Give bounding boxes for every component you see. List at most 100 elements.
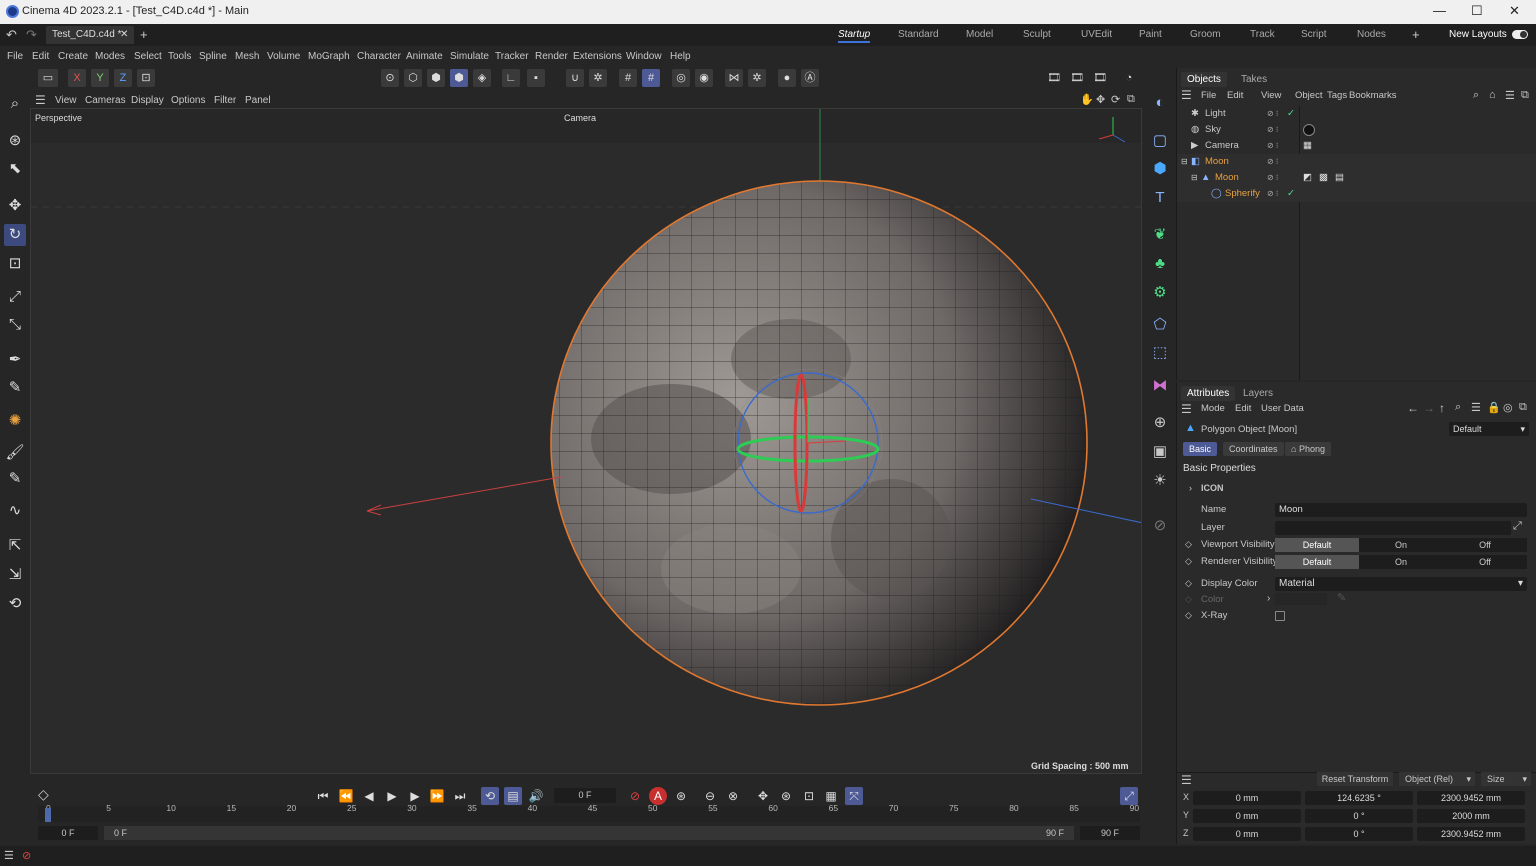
display-color-keyframe-icon[interactable]: ◇ [1185, 578, 1192, 589]
maximize-button[interactable]: ☐ [1471, 3, 1483, 19]
menu-help[interactable]: Help [670, 51, 691, 62]
object-row[interactable]: ▶ Camera ⊘ ⁝ ▦ [1177, 138, 1536, 154]
viewport-menu-display[interactable]: Display [131, 95, 164, 106]
cube-icon[interactable]: ⬢ [1149, 158, 1171, 180]
add-layout-button[interactable]: + [1412, 27, 1420, 42]
mode-toggle-icon[interactable]: ▭ [38, 69, 58, 87]
renderer-visibility-default[interactable]: Default [1275, 555, 1359, 569]
object-row[interactable]: ◯ Spherify ⊘ ⁝ ✓ [1177, 186, 1536, 202]
effector-icon[interactable]: ⚙ [1149, 282, 1171, 304]
object-row[interactable]: ✱ Light ⊘ ⁝ ✓ [1177, 106, 1536, 122]
objects-menu-icon[interactable]: ☰ [1181, 88, 1192, 102]
grid-snap-icon[interactable]: # [642, 69, 660, 87]
timeline-ruler[interactable]: 051015202530354045505560657075808590 [38, 803, 1140, 822]
menu-create[interactable]: Create [58, 51, 88, 62]
brush-icon[interactable]: 🖌 [4, 442, 26, 464]
loop-icon[interactable]: ⟲ [481, 787, 499, 805]
tab-phong[interactable]: ⌂ Phong [1285, 442, 1331, 456]
renderer-visibility-keyframe-icon[interactable]: ◇ [1185, 556, 1192, 567]
layout-tab-paint[interactable]: Paint [1139, 29, 1162, 40]
viewport[interactable]: Perspective Camera Grid Spacing : 500 mm [30, 108, 1142, 774]
sky-material-tag-icon[interactable] [1303, 124, 1315, 136]
symmetry-icon[interactable]: ⋈ [725, 69, 743, 87]
render-picture-viewer-icon[interactable]: 🎞 [1068, 69, 1086, 87]
cube-outline-icon[interactable]: ▢ [1149, 130, 1171, 152]
search-icon[interactable]: ⌕ [4, 93, 26, 115]
object-manager-icon[interactable]: ◐ [1149, 92, 1171, 114]
generator-icon[interactable]: ❦ [1149, 224, 1171, 246]
attributes-menu-icon[interactable]: ☰ [1181, 402, 1192, 416]
rotate-tool-icon[interactable]: ↻ [4, 224, 26, 246]
menu-modes[interactable]: Modes [95, 51, 125, 62]
layout-tab-groom[interactable]: Groom [1190, 29, 1221, 40]
coordinate-system-icon[interactable]: ⊡ [137, 69, 155, 87]
x-axis-toggle[interactable]: X [68, 69, 86, 87]
collapse-icon[interactable]: ⊟ [1191, 170, 1198, 186]
objects-menu-bookmarks[interactable]: Bookmarks [1349, 90, 1397, 101]
coord-size-field[interactable]: 2000 mm [1417, 809, 1525, 823]
planar-workplane-icon[interactable]: ◉ [695, 69, 713, 87]
layout-tab-script[interactable]: Script [1301, 29, 1327, 40]
renderer-visibility-off[interactable]: Off [1443, 555, 1527, 569]
menu-select[interactable]: Select [134, 51, 162, 62]
size-mode-dropdown[interactable]: Size ▾ [1481, 772, 1531, 786]
collapse-icon[interactable]: ⊟ [1181, 154, 1188, 170]
undo-icon[interactable]: ↶ [6, 27, 17, 43]
coordinate-mode-dropdown[interactable]: Object (Rel) ▾ [1399, 772, 1475, 786]
new-layouts-toggle[interactable] [1512, 30, 1528, 39]
menu-mograph[interactable]: MoGraph [308, 51, 350, 62]
playhead[interactable] [45, 808, 51, 822]
polygons-mode-icon[interactable]: ⬢ [427, 69, 445, 87]
viewport-visibility-on[interactable]: On [1359, 538, 1443, 552]
document-tab-close-icon[interactable]: ✕ [120, 29, 128, 40]
tab-basic[interactable]: Basic [1183, 442, 1218, 456]
reset-transform-button[interactable]: Reset Transform [1317, 772, 1393, 786]
coord-size-field[interactable]: 2300.9452 mm [1417, 791, 1525, 805]
visibility-toggle-icon[interactable]: ⊘ ⁝ [1267, 138, 1278, 154]
edges-mode-icon[interactable]: ⬡ [404, 69, 422, 87]
record-icon[interactable]: ⊘ [626, 787, 644, 805]
display-color-dropdown[interactable]: Material ▾ [1275, 577, 1527, 591]
bevel-icon[interactable]: ⇲ [4, 564, 26, 586]
viewport-menu-options[interactable]: Options [171, 95, 205, 106]
attr-menu-mode[interactable]: Mode [1201, 403, 1225, 414]
go-to-start-icon[interactable]: ⏮ [314, 787, 332, 805]
locked-workplane-icon[interactable]: ◎ [672, 69, 690, 87]
knife-icon[interactable]: ✎ [4, 468, 26, 490]
disabled-tool-icon[interactable]: ⊘ [1149, 515, 1171, 537]
icon-group-label[interactable]: ICON [1201, 483, 1224, 493]
y-axis-toggle[interactable]: Y [91, 69, 109, 87]
lock-icon[interactable]: 🔒 [1487, 401, 1501, 414]
enabled-check-icon[interactable]: ✓ [1287, 186, 1295, 202]
preview-range-icon[interactable]: ▤ [504, 787, 522, 805]
object-row[interactable]: ⊟ ◧ Moon ⊘ ⁝ [1177, 154, 1536, 170]
move-tool-icon[interactable]: ✥ [4, 195, 26, 217]
layer-field[interactable] [1275, 521, 1511, 535]
object-row[interactable]: ◍ Sky ⊘ ⁝ [1177, 122, 1536, 138]
search-icon[interactable]: ⌕ [1455, 401, 1461, 414]
viewport-menu-view[interactable]: View [55, 95, 77, 106]
scale-tool-icon[interactable]: ⊡ [4, 253, 26, 275]
transform-tool-icon[interactable]: ⤢ [4, 286, 26, 308]
coord-pos-field[interactable]: 0 mm [1193, 791, 1301, 805]
light-tool-icon[interactable]: ☀ [1149, 470, 1171, 492]
play-icon[interactable]: ▶ [383, 787, 401, 805]
menu-spline[interactable]: Spline [199, 51, 227, 62]
dolly-icon[interactable]: ✥ [1096, 93, 1105, 106]
minimize-button[interactable]: — [1433, 3, 1446, 18]
moon-object[interactable] [550, 179, 1101, 709]
snap-tool-icon[interactable]: ⤡ [4, 314, 26, 336]
spline-icon[interactable]: ⧓ [1149, 375, 1171, 397]
viewport-visibility-keyframe-icon[interactable]: ◇ [1185, 539, 1192, 550]
coord-pos-field[interactable]: 0 mm [1193, 827, 1301, 841]
objects-menu-object[interactable]: Object [1295, 90, 1322, 101]
menu-edit[interactable]: Edit [32, 51, 49, 62]
coords-menu-icon[interactable]: ☰ [1181, 773, 1192, 787]
preset-dropdown[interactable]: Default ▾ [1449, 422, 1529, 436]
motion-path-icon[interactable]: ⊗ [724, 787, 742, 805]
tab-objects[interactable]: Objects [1181, 72, 1227, 87]
settings-icon[interactable]: ◎ [1503, 401, 1513, 414]
menu-tracker[interactable]: Tracker [495, 51, 529, 62]
model-mode-icon[interactable]: ⬢ [450, 69, 468, 87]
soft-selection-icon[interactable]: ▪ [527, 69, 545, 87]
